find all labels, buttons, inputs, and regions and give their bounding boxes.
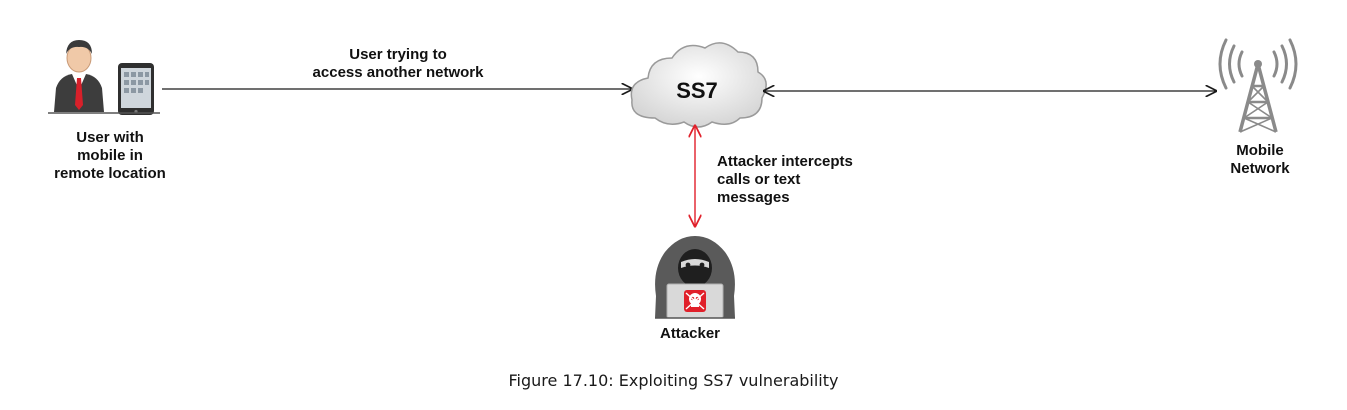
diagram-canvas: SS7: [48, 38, 1298, 319]
cloud-icon: SS7: [630, 42, 767, 128]
intercept-label: Attacker intercepts calls or text messag…: [717, 153, 853, 206]
radio-tower-icon: [1218, 38, 1298, 133]
mobile-network-label: Mobile Network: [1230, 142, 1290, 177]
attacker-label: Attacker: [659, 325, 721, 342]
user-with-tablet-icon: [48, 40, 160, 115]
skull-icon: [684, 290, 706, 312]
cloud-label: SS7: [676, 78, 718, 103]
user-label: User with mobile in remote location: [54, 129, 166, 182]
figure-caption: Figure 17.10: Exploiting SS7 vulnerabili…: [508, 371, 839, 390]
user-arrow-label: User trying to access another network: [312, 46, 484, 81]
